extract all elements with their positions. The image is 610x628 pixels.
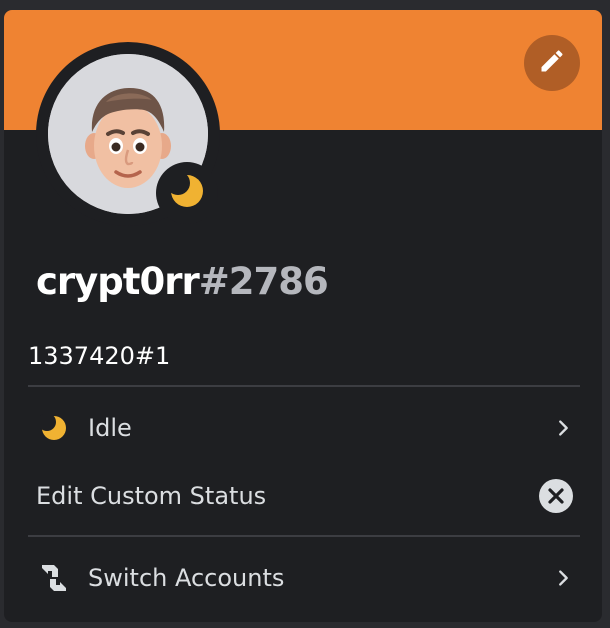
divider bbox=[28, 385, 580, 387]
idle-moon-icon bbox=[166, 171, 204, 212]
status-label: Idle bbox=[88, 414, 132, 442]
chevron-right-icon bbox=[552, 567, 574, 589]
username-discriminator: #2786 bbox=[198, 260, 329, 303]
switch-accounts-label: Switch Accounts bbox=[88, 564, 285, 592]
custom-status-text: 1337420#1 bbox=[28, 342, 171, 370]
switch-accounts-item[interactable]: Switch Accounts bbox=[28, 552, 580, 604]
pencil-icon bbox=[538, 47, 566, 79]
divider bbox=[28, 535, 580, 537]
status-indicator bbox=[156, 162, 218, 224]
user-profile-popout: crypt0rr#2786 1337420#1 Idle Edit Custom… bbox=[4, 10, 602, 622]
switch-accounts-icon bbox=[36, 560, 72, 596]
edit-custom-status-label: Edit Custom Status bbox=[36, 482, 267, 510]
username: crypt0rr#2786 bbox=[36, 260, 329, 303]
clear-circle-x-icon[interactable] bbox=[538, 478, 574, 514]
edit-profile-button[interactable] bbox=[524, 35, 580, 91]
username-name: crypt0rr bbox=[36, 260, 200, 303]
avatar-ring bbox=[36, 42, 220, 226]
status-menu-item[interactable]: Idle bbox=[28, 402, 580, 454]
idle-moon-icon bbox=[36, 410, 72, 446]
edit-custom-status-item[interactable]: Edit Custom Status bbox=[28, 470, 580, 522]
chevron-right-icon bbox=[552, 417, 574, 439]
